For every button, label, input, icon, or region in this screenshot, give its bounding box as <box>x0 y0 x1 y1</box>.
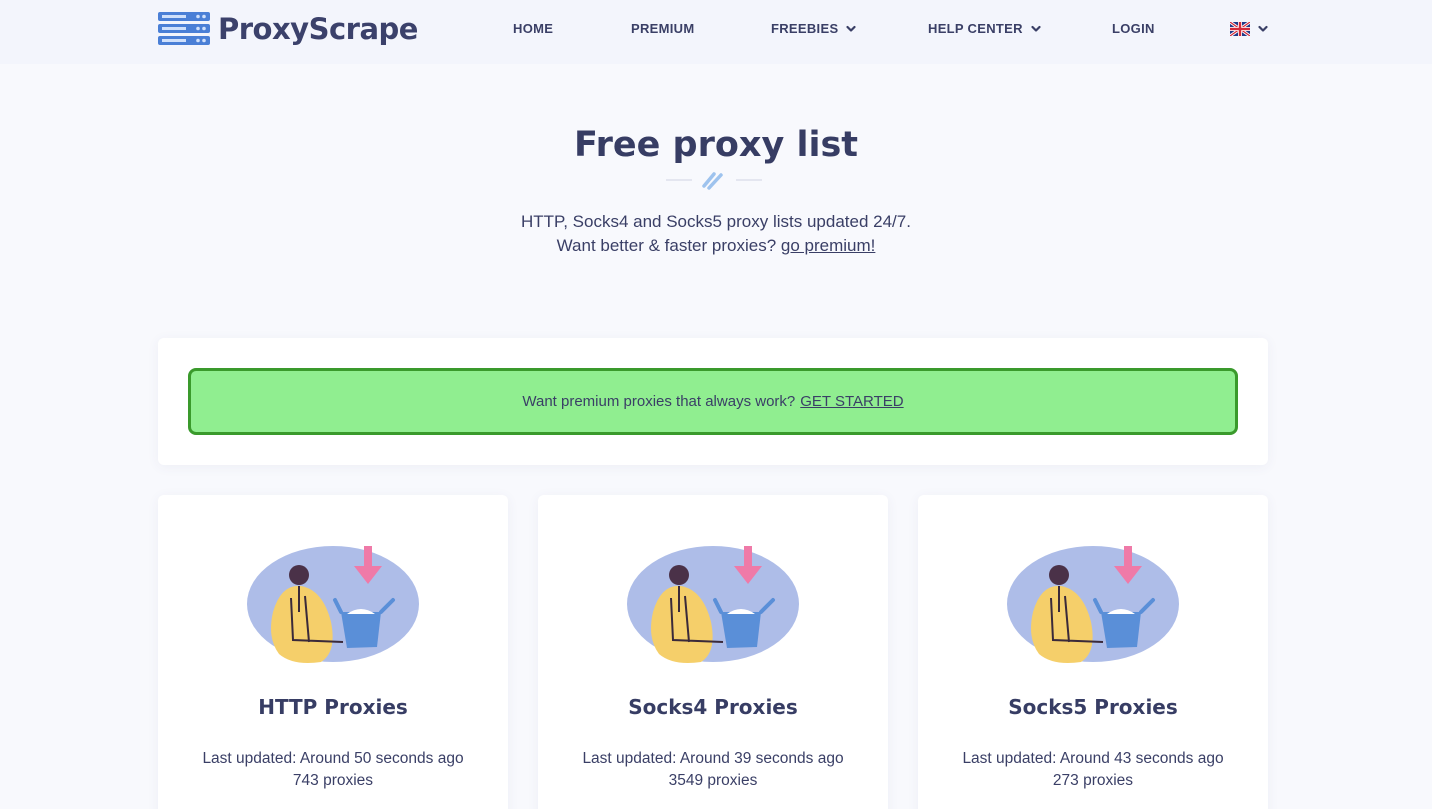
card-title: Socks4 Proxies <box>628 695 798 719</box>
site-header: ProxyScrape HOME PREMIUM FREEBIES HELP C… <box>0 0 1432 64</box>
hero-subtitle: HTTP, Socks4 and Socks5 proxy lists upda… <box>0 210 1432 258</box>
nav-login[interactable]: LOGIN <box>1112 21 1155 36</box>
chevron-down-icon <box>846 25 857 32</box>
page-title: Free proxy list <box>573 125 859 165</box>
last-updated-text: Last updated: Around 50 seconds ago <box>202 750 464 767</box>
nav-premium[interactable]: PREMIUM <box>631 21 695 36</box>
proxy-count: 743 proxies <box>292 772 374 789</box>
proxy-card-socks5[interactable]: Socks5 Proxies Last updated: Around 43 s… <box>918 495 1268 809</box>
hero-line-2-text: Want better & faster proxies? <box>556 236 777 255</box>
nav-help-center-label: HELP CENTER <box>928 21 1023 36</box>
nav-premium-label: PREMIUM <box>631 21 695 36</box>
nav-login-label: LOGIN <box>1112 21 1155 36</box>
nav-freebies-label: FREEBIES <box>771 21 839 36</box>
uk-flag-icon <box>1230 22 1250 36</box>
download-illustration-icon <box>627 546 799 663</box>
proxy-card-http[interactable]: HTTP Proxies Last updated: Around 50 sec… <box>158 495 508 809</box>
proxy-count: 273 proxies <box>1052 772 1134 789</box>
hero-line-1: HTTP, Socks4 and Socks5 proxy lists upda… <box>521 212 911 231</box>
last-updated-text: Last updated: Around 43 seconds ago <box>962 750 1224 767</box>
download-illustration-icon <box>1007 546 1179 663</box>
card-title: Socks5 Proxies <box>1008 695 1178 719</box>
proxy-count: 3549 proxies <box>668 772 758 789</box>
premium-banner-card: Want premium proxies that always work? G… <box>158 338 1268 465</box>
chevron-down-icon <box>1031 25 1041 32</box>
card-title: HTTP Proxies <box>258 695 408 719</box>
download-illustration-icon <box>247 546 419 663</box>
nav-freebies[interactable]: FREEBIES <box>771 21 857 36</box>
language-selector[interactable] <box>1230 22 1268 36</box>
banner-text: Want premium proxies that always work? <box>522 393 796 410</box>
title-divider <box>666 172 762 190</box>
proxy-card-socks4[interactable]: Socks4 Proxies Last updated: Around 39 s… <box>538 495 888 809</box>
main-nav: HOME PREMIUM FREEBIES HELP CENTER LOGIN <box>0 0 1432 58</box>
hero-line-2: Want better & faster proxies? go premium… <box>0 234 1432 258</box>
last-updated-text: Last updated: Around 39 seconds ago <box>582 750 844 767</box>
nav-home-label: HOME <box>513 21 554 36</box>
get-started-link[interactable]: GET STARTED <box>800 393 903 410</box>
nav-help-center[interactable]: HELP CENTER <box>928 21 1041 36</box>
nav-home[interactable]: HOME <box>513 21 553 36</box>
go-premium-link[interactable]: go premium! <box>781 236 875 255</box>
premium-banner: Want premium proxies that always work? G… <box>188 368 1238 435</box>
chevron-down-icon <box>1258 25 1268 32</box>
